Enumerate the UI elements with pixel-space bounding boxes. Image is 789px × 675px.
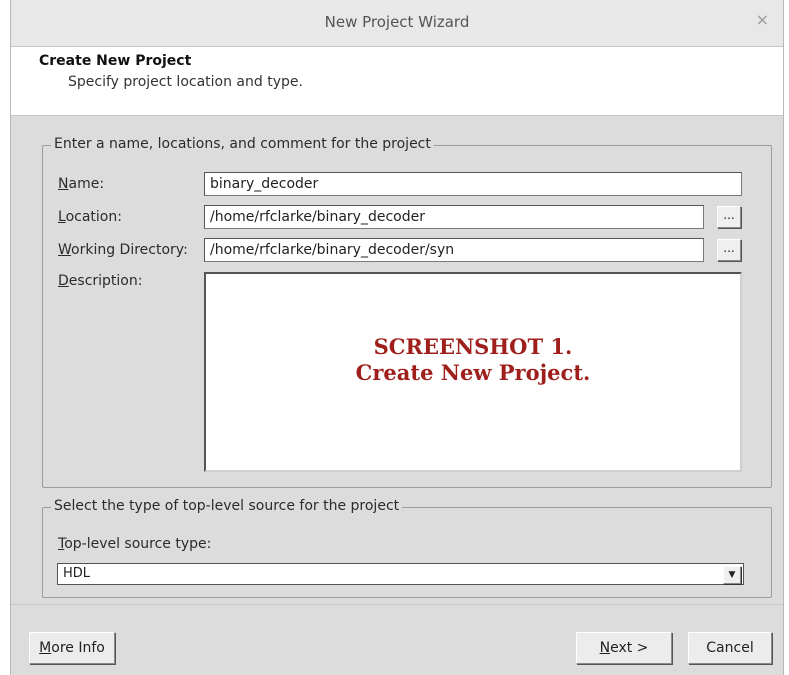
wizard-window: New Project Wizard × Create New Project … [10,0,784,675]
screenshot-watermark: SCREENSHOT 1. Create New Project. [206,334,740,386]
description-label: Description: [58,273,143,289]
source-type-group: Select the type of top-level source for … [42,498,772,598]
source-type-legend: Select the type of top-level source for … [51,498,403,514]
workdir-label: Working Directory: [58,242,188,258]
watermark-line-1: SCREENSHOT 1. [373,334,573,359]
name-field[interactable]: binary_decoder [204,172,742,196]
description-textarea[interactable]: SCREENSHOT 1. Create New Project. [204,272,742,472]
more-info-button[interactable]: More Info [29,632,115,664]
wizard-header: Create New Project Specify project locat… [11,47,783,116]
source-type-value: HDL [63,566,91,581]
location-label: Location: [58,209,122,225]
source-type-select[interactable]: HDL ▼ [57,563,744,585]
name-label: Name: [58,176,105,192]
cancel-button[interactable]: Cancel [688,632,772,664]
window-title: New Project Wizard [324,13,470,31]
project-details-group: Enter a name, locations, and comment for… [42,136,772,488]
workdir-field[interactable]: /home/rfclarke/binary_decoder/syn [204,238,704,262]
workdir-browse-button[interactable]: ... [717,239,741,261]
footer-separator [11,604,783,605]
page-subtitle: Specify project location and type. [68,74,303,90]
close-icon[interactable]: × [756,10,769,29]
source-type-label: Top-level source type: [58,536,212,552]
location-browse-button[interactable]: ... [717,206,741,228]
next-button[interactable]: Next > [576,632,672,664]
project-details-legend: Enter a name, locations, and comment for… [51,136,434,152]
title-bar: New Project Wizard × [11,0,783,47]
watermark-line-2: Create New Project. [355,360,591,385]
location-field[interactable]: /home/rfclarke/binary_decoder [204,205,704,229]
page-title: Create New Project [39,53,192,69]
chevron-down-icon[interactable]: ▼ [723,566,741,584]
